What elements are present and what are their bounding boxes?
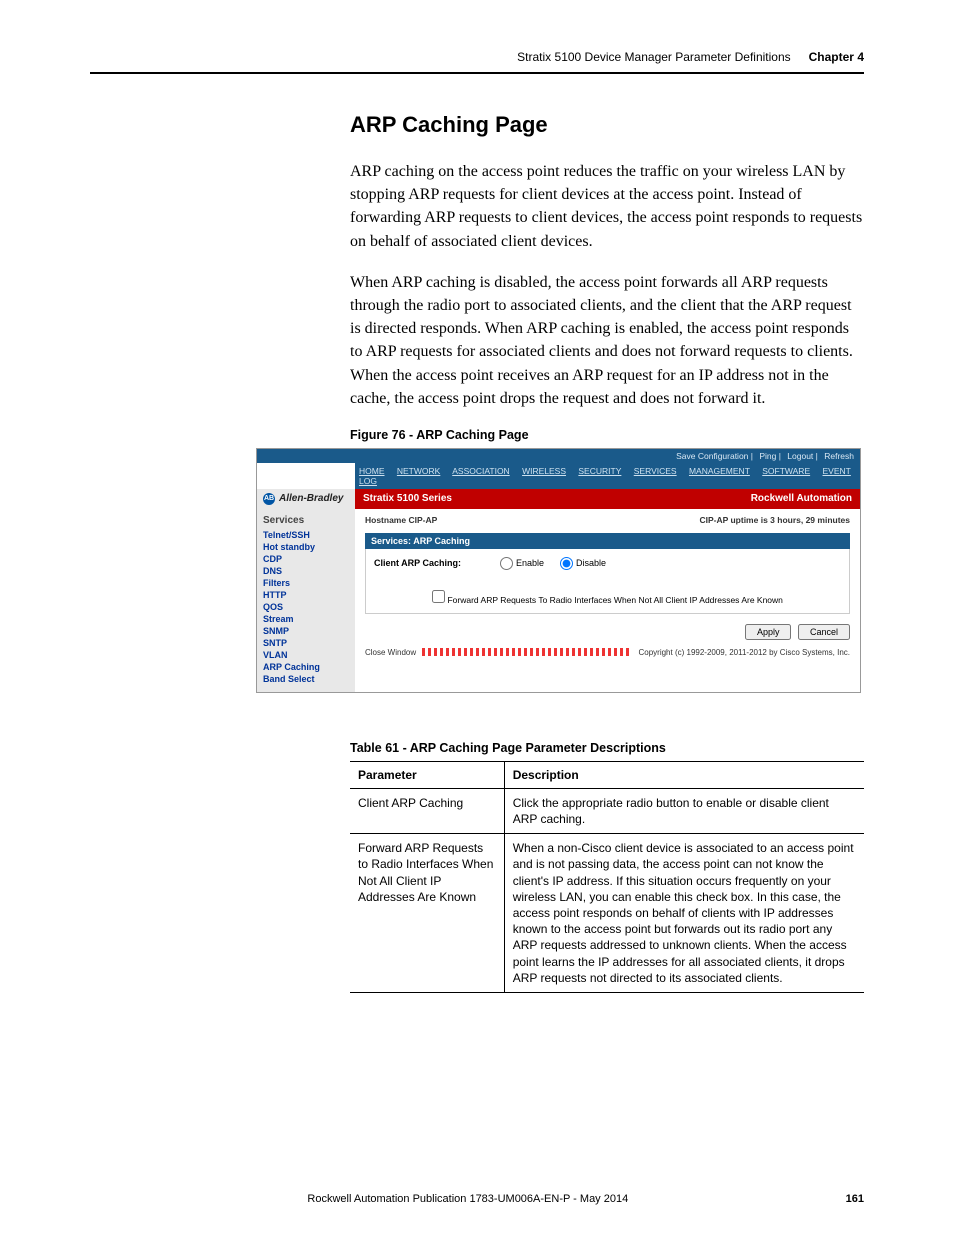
sidebar-heading: Services [263,515,349,526]
radio-enable-wrap[interactable]: Enable [500,557,544,570]
close-window-link[interactable]: Close Window [365,648,416,657]
body-paragraph-1: ARP caching on the access point reduces … [350,160,864,253]
table-caption: Table 61 - ARP Caching Page Parameter De… [350,741,864,755]
uptime-text: CIP-AP uptime is 3 hours, 29 minutes [699,515,850,525]
top-utility-links: Save Configuration | Ping | Logout | Ref… [257,449,860,463]
th-description: Description [504,761,864,788]
series-label: Stratix 5100 Series [363,493,452,504]
parameter-table: Parameter Description Client ARP Caching… [350,761,864,993]
checkbox-forward-wrap[interactable]: Forward ARP Requests To Radio Interfaces… [432,595,783,605]
page-number: 161 [846,1193,864,1205]
brand-right: Rockwell Automation [751,494,852,504]
publication-info: Rockwell Automation Publication 1783-UM0… [90,1193,846,1205]
nav-security[interactable]: SECURITY [578,466,621,476]
sidebar-item-sntp[interactable]: SNTP [263,638,349,648]
page-header: Stratix 5100 Device Manager Parameter De… [90,50,864,74]
cell-param: Client ARP Caching [350,788,504,833]
sidebar-item-filters[interactable]: Filters [263,578,349,588]
nav-wireless[interactable]: WIRELESS [522,466,566,476]
sidebar-item-qos[interactable]: QOS [263,602,349,612]
doc-title: Stratix 5100 Device Manager Parameter De… [517,50,790,64]
radio-disable[interactable] [560,557,573,570]
form-label-arp: Client ARP Caching: [374,558,484,568]
body-paragraph-2: When ARP caching is disabled, the access… [350,271,864,410]
sidebar-item-hotstandby[interactable]: Hot standby [263,542,349,552]
nav-management[interactable]: MANAGEMENT [689,466,750,476]
nav-association[interactable]: ASSOCIATION [452,466,509,476]
checkbox-forward[interactable] [432,590,445,603]
link-logout[interactable]: Logout [787,451,813,461]
sidebar-item-bandselect[interactable]: Band Select [263,674,349,684]
link-save-config[interactable]: Save Configuration [676,451,748,461]
link-refresh[interactable]: Refresh [824,451,854,461]
nav-network[interactable]: NETWORK [397,466,440,476]
link-ping[interactable]: Ping [759,451,776,461]
chapter-label: Chapter 4 [809,50,864,64]
ab-logo-icon: AB [263,493,275,505]
sidebar-item-vlan[interactable]: VLAN [263,650,349,660]
radio-disable-wrap[interactable]: Disable [560,557,606,570]
table-row: Forward ARP Requests to Radio Interfaces… [350,834,864,993]
hostname-block: Hostname CIP-AP [365,515,437,525]
cancel-button[interactable]: Cancel [798,624,850,640]
sidebar-item-stream[interactable]: Stream [263,614,349,624]
figure-screenshot: Save Configuration | Ping | Logout | Ref… [256,448,861,693]
sidebar-item-dns[interactable]: DNS [263,566,349,576]
brand-left: AB Allen-Bradley [257,489,355,509]
copyright-text: Copyright (c) 1992-2009, 2011-2012 by Ci… [638,648,850,657]
sidebar-item-arpcaching[interactable]: ARP Caching [263,662,349,672]
sidebar-item-cdp[interactable]: CDP [263,554,349,564]
top-nav: HOME NETWORK ASSOCIATION WIRELESS SECURI… [355,463,860,489]
nav-home[interactable]: HOME [359,466,385,476]
section-heading: ARP Caching Page [350,112,864,138]
cell-desc: Click the appropriate radio button to en… [504,788,864,833]
cell-desc: When a non-Cisco client device is associ… [504,834,864,993]
radio-enable[interactable] [500,557,513,570]
table-row: Client ARP Caching Click the appropriate… [350,788,864,833]
stripe-divider [422,648,632,656]
brand-left-text: Allen-Bradley [279,493,343,504]
page-footer: Rockwell Automation Publication 1783-UM0… [90,1193,864,1205]
apply-button[interactable]: Apply [745,624,792,640]
section-bar: Services: ARP Caching [365,533,850,549]
sidebar-item-http[interactable]: HTTP [263,590,349,600]
nav-software[interactable]: SOFTWARE [762,466,810,476]
sidebar-item-snmp[interactable]: SNMP [263,626,349,636]
figure-caption: Figure 76 - ARP Caching Page [350,428,864,442]
sidebar-item-telnet[interactable]: Telnet/SSH [263,530,349,540]
nav-services[interactable]: SERVICES [634,466,677,476]
th-parameter: Parameter [350,761,504,788]
cell-param: Forward ARP Requests to Radio Interfaces… [350,834,504,993]
sidebar: Services Telnet/SSH Hot standby CDP DNS … [257,509,355,692]
